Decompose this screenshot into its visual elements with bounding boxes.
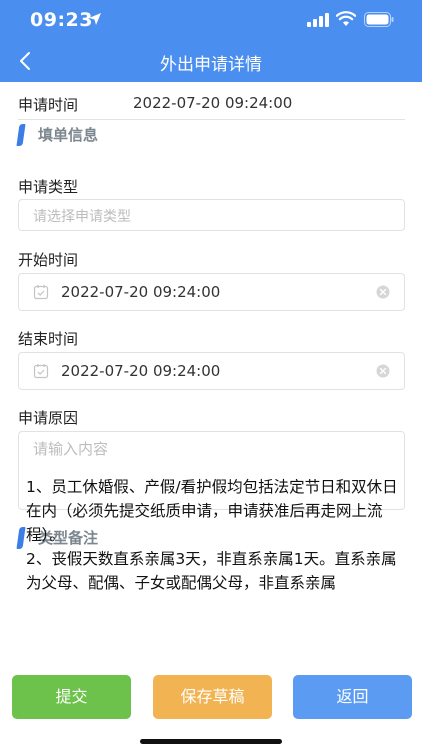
status-bar: 09:23	[0, 0, 422, 42]
home-indicator	[140, 739, 282, 744]
page-title: 外出申请详情	[160, 55, 262, 75]
status-time: 09:23	[30, 9, 93, 31]
note-item: 2、丧假天数直系亲属3天，非直系亲属1天。直系亲属为父母、配偶、子女或配偶父母，…	[26, 550, 397, 592]
start-time-value: 2022-07-20 09:24:00	[61, 283, 221, 301]
save-draft-button[interactable]: 保存草稿	[153, 675, 272, 719]
back-button[interactable]: 返回	[293, 675, 412, 719]
form-section-title: 填单信息	[38, 126, 99, 144]
wifi-icon	[336, 11, 356, 26]
start-time-label: 开始时间	[18, 251, 79, 269]
apply-type-select[interactable]: 请选择申请类型	[18, 199, 405, 231]
submit-button[interactable]: 提交	[12, 675, 131, 719]
action-footer: 提交 保存草稿 返回	[0, 656, 422, 750]
signal-icon	[307, 13, 329, 27]
battery-icon	[364, 12, 394, 27]
section-accent-bar	[16, 124, 26, 146]
reason-label: 申请原因	[18, 409, 79, 427]
end-time-picker[interactable]: 2022-07-20 09:24:00	[18, 352, 405, 390]
note-item: 1、员工休婚假、产假/看护假均包括法定节日和双休日在内（必须先提交纸质申请，申请…	[26, 478, 398, 544]
calendar-icon	[33, 364, 49, 379]
end-time-value: 2022-07-20 09:24:00	[61, 362, 221, 380]
apply-time-value: 2022-07-20 09:24:00	[133, 94, 293, 112]
apply-type-label: 申请类型	[18, 178, 79, 196]
calendar-icon	[33, 285, 49, 300]
section-accent-bar	[16, 527, 26, 549]
end-time-label: 结束时间	[18, 330, 79, 348]
clear-icon[interactable]	[376, 364, 390, 378]
apply-time-label: 申请时间	[18, 96, 79, 114]
type-notes: 1、员工休婚假、产假/看护假均包括法定节日和双休日在内（必须先提交纸质申请，申请…	[26, 475, 401, 595]
apply-type-placeholder: 请选择申请类型	[33, 209, 131, 225]
nav-bar: 外出申请详情	[0, 42, 422, 82]
apply-time-row: 申请时间 2022-07-20 09:24:00	[18, 90, 405, 120]
reason-placeholder: 请输入内容	[33, 440, 109, 458]
start-time-picker[interactable]: 2022-07-20 09:24:00	[18, 273, 405, 311]
clear-icon[interactable]	[376, 285, 390, 299]
location-arrow-icon	[89, 13, 101, 25]
